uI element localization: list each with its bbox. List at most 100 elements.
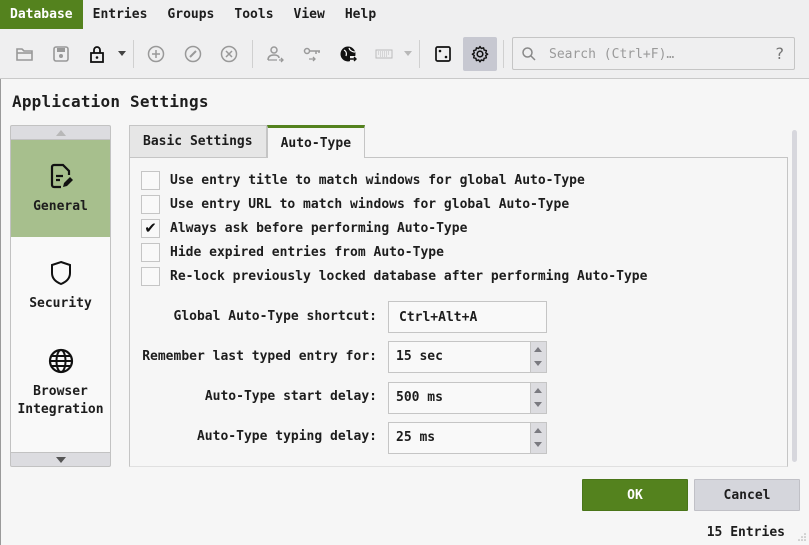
add-entry-icon (147, 45, 165, 63)
remember-value: 15 sec (396, 349, 443, 364)
menu-database[interactable]: Database (0, 0, 83, 29)
keyboard-icon (375, 49, 393, 59)
window-edge (0, 29, 1, 545)
copy-password-button[interactable] (295, 37, 329, 71)
autotype-dropdown-arrow[interactable] (404, 51, 412, 56)
menu-view[interactable]: View (284, 0, 335, 29)
toolbar: ? (0, 29, 809, 79)
checkbox-row[interactable]: Hide expired entries from Auto-Type (141, 242, 444, 262)
checkbox-row[interactable]: ✔ Always ask before performing Auto-Type (141, 218, 467, 238)
always-ask-checkbox[interactable]: ✔ (141, 218, 160, 238)
shortcut-input[interactable]: Ctrl+Alt+A (388, 301, 547, 333)
category-browser-integration[interactable]: Browser Integration (11, 334, 110, 431)
remember-spinbox[interactable]: 15 sec (388, 341, 547, 373)
spin-down-icon[interactable] (534, 442, 542, 447)
shield-icon (50, 260, 71, 285)
toolbar-separator (133, 40, 134, 68)
tab-basic-settings[interactable]: Basic Settings (129, 125, 267, 157)
checkbox-row[interactable]: Re-lock previously locked database after… (141, 266, 647, 286)
spin-buttons[interactable] (530, 423, 546, 453)
spin-up-icon[interactable] (534, 388, 542, 393)
entries-count: 15 Entries (706, 525, 785, 540)
checkbox-row[interactable]: Use entry title to match windows for glo… (141, 170, 585, 190)
search-help-button[interactable]: ? (776, 44, 785, 63)
toolbar-separator (503, 40, 504, 68)
copy-url-button[interactable] (331, 37, 365, 71)
arrow-down-icon (55, 456, 66, 463)
category-label: Browser Integration (17, 383, 104, 417)
folder-open-icon (16, 48, 33, 61)
copy-username-icon (267, 46, 284, 63)
spin-up-icon[interactable] (534, 428, 542, 433)
copy-username-button[interactable] (258, 37, 292, 71)
resize-grip-icon[interactable] (797, 532, 807, 542)
category-list: General Security Browser Integration (10, 125, 111, 467)
edit-entry-icon (184, 45, 202, 63)
checkbox-label: Use entry title to match windows for glo… (170, 172, 585, 188)
checkmark-icon: ✔ (144, 219, 157, 237)
menu-groups[interactable]: Groups (157, 0, 224, 29)
checkbox-label: Hide expired entries from Auto-Type (170, 244, 444, 260)
menubar: Database Entries Groups Tools View Help (0, 0, 809, 29)
category-label: Security (29, 295, 92, 311)
perform-autotype-button[interactable] (367, 37, 401, 71)
cancel-button[interactable]: Cancel (694, 479, 800, 511)
spin-up-icon[interactable] (534, 347, 542, 352)
document-edit-icon (50, 163, 73, 188)
settings-tabs: Basic Settings Auto-Type (129, 125, 366, 158)
menu-entries[interactable]: Entries (83, 0, 158, 29)
relock-database-checkbox[interactable] (141, 266, 160, 286)
toolbar-separator (252, 40, 253, 68)
spin-buttons[interactable] (530, 342, 546, 372)
typing-delay-value: 25 ms (396, 430, 436, 445)
category-label: General (33, 198, 88, 214)
tab-auto-type[interactable]: Auto-Type (266, 125, 366, 158)
dice-icon (435, 46, 451, 62)
checkbox-label: Re-lock previously locked database after… (170, 268, 648, 284)
checkbox-label: Always ask before performing Auto-Type (170, 220, 468, 236)
use-entry-title-checkbox[interactable] (141, 170, 160, 190)
spin-down-icon[interactable] (534, 402, 542, 407)
delete-entry-button[interactable] (212, 37, 246, 71)
category-security[interactable]: Security (11, 237, 110, 334)
lock-database-button[interactable] (80, 37, 114, 71)
shortcut-label: Global Auto-Type shortcut: (173, 309, 378, 324)
delete-entry-icon (220, 45, 238, 63)
search-box: ? (512, 37, 795, 70)
category-scroll-down-button[interactable] (10, 452, 111, 467)
spin-buttons[interactable] (530, 383, 546, 413)
spin-down-icon[interactable] (534, 361, 542, 366)
checkbox-row[interactable]: Use entry URL to match windows for globa… (141, 194, 569, 214)
typing-delay-spinbox[interactable]: 25 ms (388, 422, 547, 454)
hide-expired-checkbox[interactable] (141, 242, 160, 262)
toolbar-separator (419, 40, 420, 68)
menu-tools[interactable]: Tools (224, 0, 283, 29)
typing-delay-label: Auto-Type typing delay: (196, 429, 377, 444)
settings-button[interactable] (463, 37, 497, 71)
add-entry-button[interactable] (139, 37, 173, 71)
save-database-button[interactable] (44, 37, 78, 71)
checkbox-label: Use entry URL to match windows for globa… (170, 196, 570, 212)
start-delay-spinbox[interactable]: 500 ms (388, 382, 547, 414)
globe-icon (48, 348, 73, 373)
settings-scrollbar[interactable] (792, 130, 797, 462)
menu-help[interactable]: Help (335, 0, 386, 29)
use-entry-url-checkbox[interactable] (141, 194, 160, 214)
ok-button[interactable]: OK (582, 479, 688, 511)
open-database-button[interactable] (8, 37, 42, 71)
password-generator-button[interactable] (426, 37, 460, 71)
remember-label: Remember last typed entry for: (142, 349, 377, 364)
category-general[interactable]: General (11, 140, 110, 237)
edit-entry-button[interactable] (176, 37, 210, 71)
search-icon (522, 47, 536, 61)
lock-dropdown-arrow[interactable] (118, 51, 126, 56)
page-title: Application Settings (12, 92, 209, 111)
search-input[interactable] (549, 42, 759, 66)
lock-icon (90, 46, 104, 63)
category-scroll-up-button[interactable] (10, 125, 111, 140)
save-icon (53, 46, 69, 62)
copy-url-icon (340, 46, 358, 63)
start-delay-value: 500 ms (396, 390, 443, 405)
gear-icon (471, 45, 489, 63)
copy-password-icon (303, 47, 320, 62)
